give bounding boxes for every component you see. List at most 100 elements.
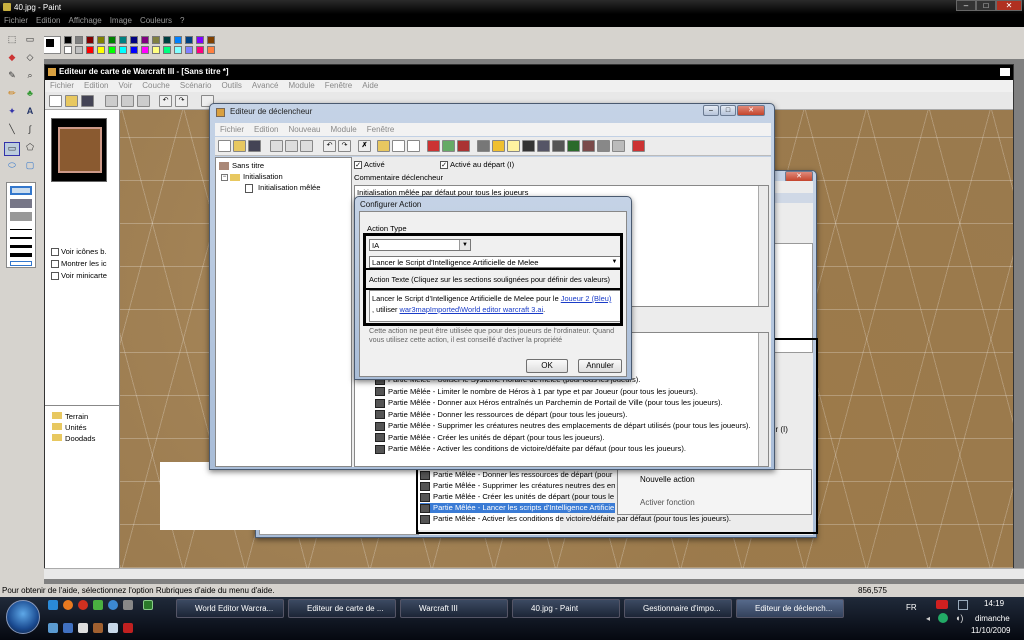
menu-edition[interactable]: Edition <box>32 14 64 27</box>
we-menu-voir[interactable]: Voir <box>113 80 137 91</box>
airbrush-icon[interactable]: ✦ <box>4 106 20 120</box>
text-icon[interactable]: A <box>22 106 38 120</box>
we-menu-edition[interactable]: Edition <box>79 80 113 91</box>
start-button[interactable] <box>6 600 40 634</box>
taskbar-button-world-editor[interactable]: World Editor Warcra... <box>176 599 284 618</box>
paint-horizontal-scrollbar[interactable] <box>44 568 1024 579</box>
action-row[interactable]: Partie Mêlée - Limiter le nombre de Héro… <box>375 387 698 396</box>
lock-icon[interactable] <box>522 140 535 152</box>
palette-swatch[interactable] <box>207 46 215 54</box>
quick-launch-app-icon[interactable] <box>93 623 103 633</box>
folder-doodads[interactable]: Doodads <box>52 433 119 444</box>
palette-swatch[interactable] <box>75 36 83 44</box>
menu-help[interactable]: ? <box>176 14 188 27</box>
palette-swatch[interactable] <box>207 36 215 44</box>
sound-icon[interactable] <box>552 140 565 152</box>
palette-swatch[interactable] <box>108 36 116 44</box>
quick-launch-firefox-icon[interactable] <box>63 600 73 610</box>
unit-icon[interactable] <box>492 140 505 152</box>
clock-time[interactable]: 14:19 <box>984 599 1004 608</box>
ellipse-icon[interactable]: ⬭ <box>4 160 20 174</box>
map-icon[interactable] <box>567 140 580 152</box>
menu-couleurs[interactable]: Couleurs <box>136 14 176 27</box>
new-icon[interactable] <box>218 140 231 152</box>
rect-select-icon[interactable]: ▭ <box>22 34 38 48</box>
te-menu-module[interactable]: Module <box>326 123 362 136</box>
quick-launch-app-icon[interactable] <box>123 623 133 633</box>
delete-icon[interactable]: ✗ <box>358 140 371 152</box>
polygon-icon[interactable]: ⬠ <box>22 142 38 156</box>
close-button[interactable]: ✕ <box>737 105 765 116</box>
paste-icon[interactable] <box>137 95 150 107</box>
object-icon[interactable] <box>582 140 595 152</box>
palette-swatch[interactable] <box>86 36 94 44</box>
ok-button[interactable]: OK <box>526 359 568 373</box>
te-menu-fenetre[interactable]: Fenêtre <box>362 123 400 136</box>
open-icon[interactable] <box>233 140 246 152</box>
line-width-3[interactable] <box>10 245 32 248</box>
network-icon[interactable] <box>958 600 968 610</box>
quick-launch-app-icon[interactable] <box>108 600 118 610</box>
palette-swatch[interactable] <box>174 46 182 54</box>
option-voir-icones[interactable]: Voir icônes b. <box>51 246 107 258</box>
action-row[interactable]: Partie Mêlée - Donner les ressources de … <box>375 410 627 419</box>
volume-icon[interactable]: ◖) <box>955 613 963 623</box>
current-colors[interactable] <box>43 36 61 54</box>
terrain-icon[interactable] <box>477 140 490 152</box>
line-icon[interactable]: ╲ <box>4 124 20 138</box>
tool-options[interactable] <box>6 182 36 268</box>
option-outline[interactable] <box>10 186 32 195</box>
we-menu-fichier[interactable]: Fichier <box>45 80 79 91</box>
paste-icon[interactable] <box>300 140 313 152</box>
palette-swatch[interactable] <box>196 46 204 54</box>
option-minicarte[interactable]: Voir minicarte <box>51 270 107 282</box>
tree-root[interactable]: Sans titre <box>219 161 264 170</box>
new-category-icon[interactable] <box>377 140 390 152</box>
rounded-rect-icon[interactable]: ▢ <box>22 160 38 174</box>
palette-swatch[interactable] <box>152 36 160 44</box>
palette-swatch[interactable] <box>108 46 116 54</box>
tray-expand-icon[interactable]: ◂ <box>926 614 930 623</box>
menu-affichage[interactable]: Affichage <box>64 14 105 27</box>
quick-launch-app-icon[interactable] <box>108 623 118 633</box>
quick-launch-app-icon[interactable] <box>78 600 88 610</box>
line-width-5[interactable] <box>10 261 32 266</box>
we-menu-fenetre[interactable]: Fenêtre <box>320 80 358 91</box>
te-menu-fichier[interactable]: Fichier <box>215 123 249 136</box>
test-map-icon[interactable] <box>632 140 645 152</box>
line-width-4[interactable] <box>10 253 32 257</box>
palette-swatch[interactable] <box>163 36 171 44</box>
minimize-button[interactable]: – <box>956 0 976 11</box>
option-montrer[interactable]: Montrer les ic <box>51 258 107 270</box>
te-menu-nouveau[interactable]: Nouveau <box>283 123 325 136</box>
palette-swatch[interactable] <box>163 46 171 54</box>
tray-app-icon[interactable] <box>938 613 948 623</box>
new-trigger-icon[interactable] <box>392 140 405 152</box>
taskbar-button-map-editor[interactable]: Editeur de carte de ... <box>288 599 396 618</box>
collapse-icon[interactable]: − <box>221 173 228 181</box>
new-icon[interactable] <box>49 95 62 107</box>
copy-icon[interactable] <box>121 95 134 107</box>
line-width-1[interactable] <box>10 229 32 230</box>
magnifier-icon[interactable]: ⌕ <box>22 70 38 84</box>
quick-launch-app-icon[interactable] <box>93 600 103 610</box>
copy-icon[interactable] <box>285 140 298 152</box>
quick-launch-ie-icon[interactable] <box>48 600 58 610</box>
action-row[interactable]: Partie Mêlée - Supprimer les créatures n… <box>375 421 751 431</box>
we-menu-avance[interactable]: Avancé <box>247 80 284 91</box>
palette-swatch[interactable] <box>119 36 127 44</box>
cut-icon[interactable] <box>105 95 118 107</box>
open-icon[interactable] <box>65 95 78 107</box>
action-row[interactable]: Partie Mêlée - Créer les unités de dépar… <box>375 433 605 442</box>
palette-swatch[interactable] <box>141 36 149 44</box>
flag-icon[interactable] <box>427 140 440 152</box>
te-menu-edition[interactable]: Edition <box>249 123 283 136</box>
we-menu-scenario[interactable]: Scénario <box>175 80 217 91</box>
save-icon[interactable] <box>81 95 94 107</box>
palette-swatch[interactable] <box>64 36 72 44</box>
line-width-2[interactable] <box>10 237 32 239</box>
palette-swatch[interactable] <box>185 36 193 44</box>
check-active[interactable]: ✓ Activé <box>354 160 385 169</box>
palette-swatch[interactable] <box>75 46 83 54</box>
redo-icon[interactable]: ↷ <box>175 95 188 107</box>
